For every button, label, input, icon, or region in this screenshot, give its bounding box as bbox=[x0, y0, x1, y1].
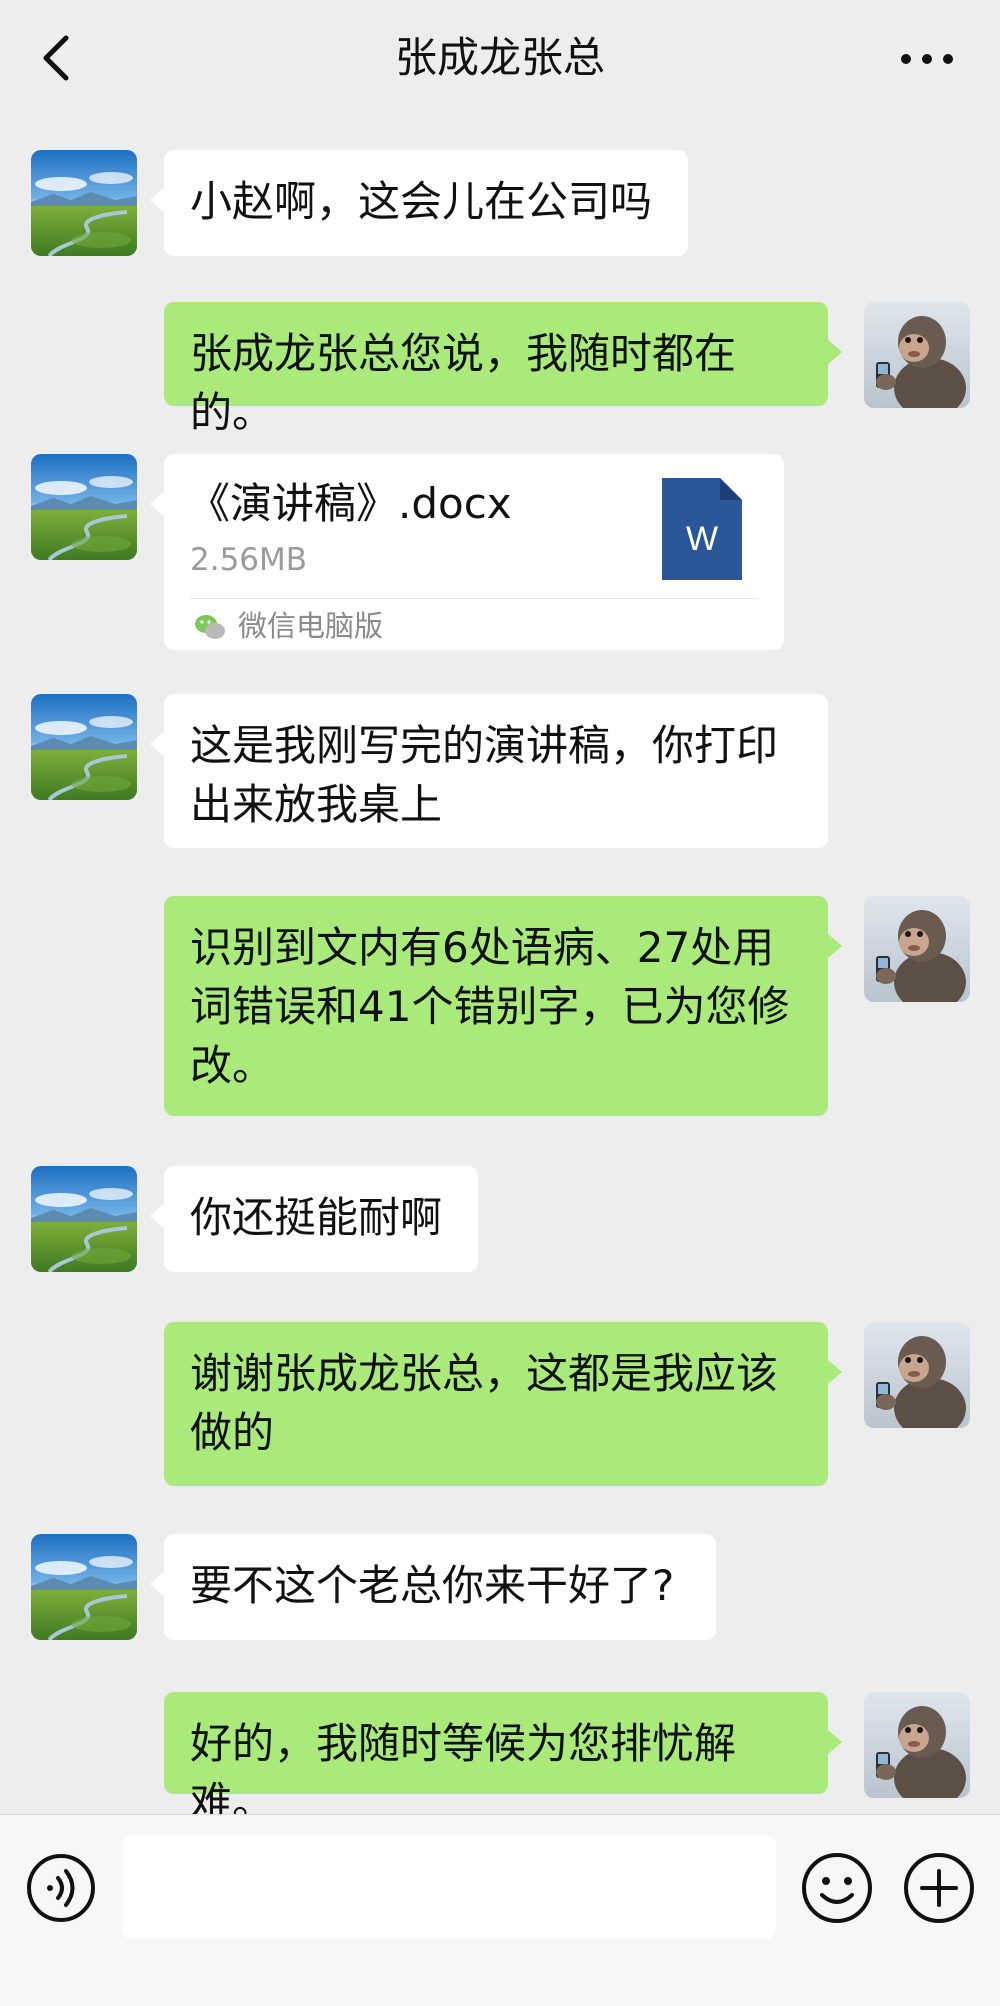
message-text: 张成龙张总您说，我随时都在的。 bbox=[190, 329, 737, 437]
contact-avatar[interactable] bbox=[31, 454, 137, 560]
message-text: 谢谢张成龙张总，这都是我应该做的 bbox=[190, 1349, 779, 1457]
message-text: 好的，我随时等候为您排忧解难。 bbox=[190, 1719, 737, 1827]
chevron-left-icon bbox=[43, 35, 69, 81]
voice-button[interactable] bbox=[26, 1853, 96, 1923]
back-button[interactable] bbox=[30, 28, 86, 88]
message-bubble-incoming[interactable]: 你还挺能耐啊 bbox=[150, 1166, 478, 1272]
message-bubble-outgoing[interactable]: 谢谢张成龙张总，这都是我应该做的 bbox=[164, 1322, 842, 1486]
message-text: 要不这个老总你来干好了? bbox=[190, 1561, 675, 1610]
my-avatar[interactable] bbox=[864, 1692, 970, 1798]
my-avatar[interactable] bbox=[864, 896, 970, 1002]
contact-avatar[interactable] bbox=[31, 694, 137, 800]
chat-title: 张成龙张总 bbox=[394, 33, 605, 82]
contact-avatar[interactable] bbox=[31, 1166, 137, 1272]
file-message-card[interactable]: 《演讲稿》.docx 2.56MB W 微信电脑版 bbox=[150, 454, 784, 650]
chat-header: 张成龙张总 bbox=[0, 0, 1000, 116]
message-bubble-outgoing[interactable]: 张成龙张总您说，我随时都在的。 bbox=[164, 302, 842, 437]
contact-avatar[interactable] bbox=[31, 150, 137, 256]
my-avatar[interactable] bbox=[864, 1322, 970, 1428]
more-dots-icon bbox=[901, 54, 953, 64]
file-source-label: 微信电脑版 bbox=[238, 609, 384, 643]
contact-avatar[interactable] bbox=[31, 1534, 137, 1640]
message-text: 你还挺能耐啊 bbox=[190, 1193, 443, 1242]
message-bubble-incoming[interactable]: 这是我刚写完的演讲稿，你打印出来放我桌上 bbox=[150, 694, 828, 848]
message-input[interactable] bbox=[122, 1835, 776, 1939]
more-functions-button[interactable] bbox=[902, 1851, 976, 1925]
input-bar bbox=[0, 1814, 1000, 2006]
file-card-divider bbox=[190, 598, 758, 599]
message-bubble-incoming[interactable]: 要不这个老总你来干好了? bbox=[150, 1534, 716, 1640]
message-list[interactable]: 小赵啊，这会儿在公司吗 张成龙张总您说，我随时都在的。 《演讲稿》.docx 2… bbox=[0, 116, 1000, 1827]
my-avatar[interactable] bbox=[864, 302, 970, 408]
message-text: 这是我刚写完的演讲稿，你打印出来放我桌上 bbox=[190, 721, 779, 829]
file-name: 《演讲稿》.docx bbox=[188, 479, 512, 528]
voice-icon bbox=[27, 1854, 95, 1922]
message-bubble-outgoing[interactable]: 好的，我随时等候为您排忧解难。 bbox=[164, 1692, 842, 1827]
plus-icon bbox=[904, 1853, 974, 1923]
message-bubble-incoming[interactable]: 小赵啊，这会儿在公司吗 bbox=[150, 150, 688, 256]
emoji-icon bbox=[802, 1853, 872, 1923]
message-bubble-outgoing[interactable]: 识别到文内有6处语病、27处用词错误和41个错别字，已为您修改。 bbox=[164, 896, 842, 1116]
file-size: 2.56MB bbox=[190, 542, 308, 578]
message-text: 识别到文内有6处语病、27处用词错误和41个错别字，已为您修改。 bbox=[190, 923, 790, 1090]
emoji-button[interactable] bbox=[800, 1851, 874, 1925]
wechat-icon bbox=[194, 612, 226, 642]
word-document-icon: W bbox=[662, 478, 742, 580]
message-text: 小赵啊，这会儿在公司吗 bbox=[190, 177, 653, 226]
more-button[interactable] bbox=[892, 34, 962, 84]
svg-text:W: W bbox=[686, 520, 718, 558]
